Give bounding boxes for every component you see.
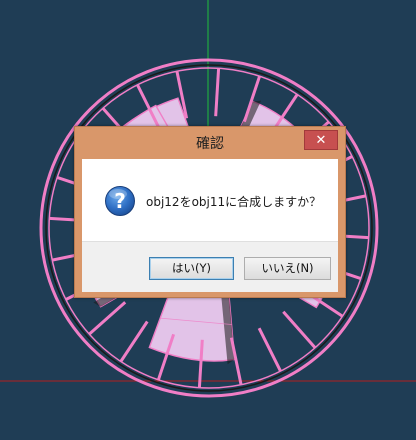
close-icon: ✕	[315, 133, 327, 148]
dialog-message: obj12をobj11に合成しますか？	[146, 195, 322, 209]
dialog-client-area: ? obj12をobj11に合成しますか？ はい(Y) いいえ(N)	[82, 159, 338, 292]
message-area: ? obj12をobj11に合成しますか？	[82, 159, 338, 241]
svg-text:?: ?	[114, 189, 126, 213]
dialog-titlebar[interactable]: 確認 ✕	[75, 127, 345, 157]
confirm-dialog: 確認 ✕ ? obj12をobj11に合成しますか？ はい(Y) いいえ(N)	[74, 126, 346, 298]
question-icon: ?	[105, 186, 135, 216]
no-button[interactable]: いいえ(N)	[244, 257, 331, 280]
close-button[interactable]: ✕	[304, 130, 338, 150]
yes-button[interactable]: はい(Y)	[149, 257, 234, 280]
button-bar: はい(Y) いいえ(N)	[82, 241, 338, 292]
